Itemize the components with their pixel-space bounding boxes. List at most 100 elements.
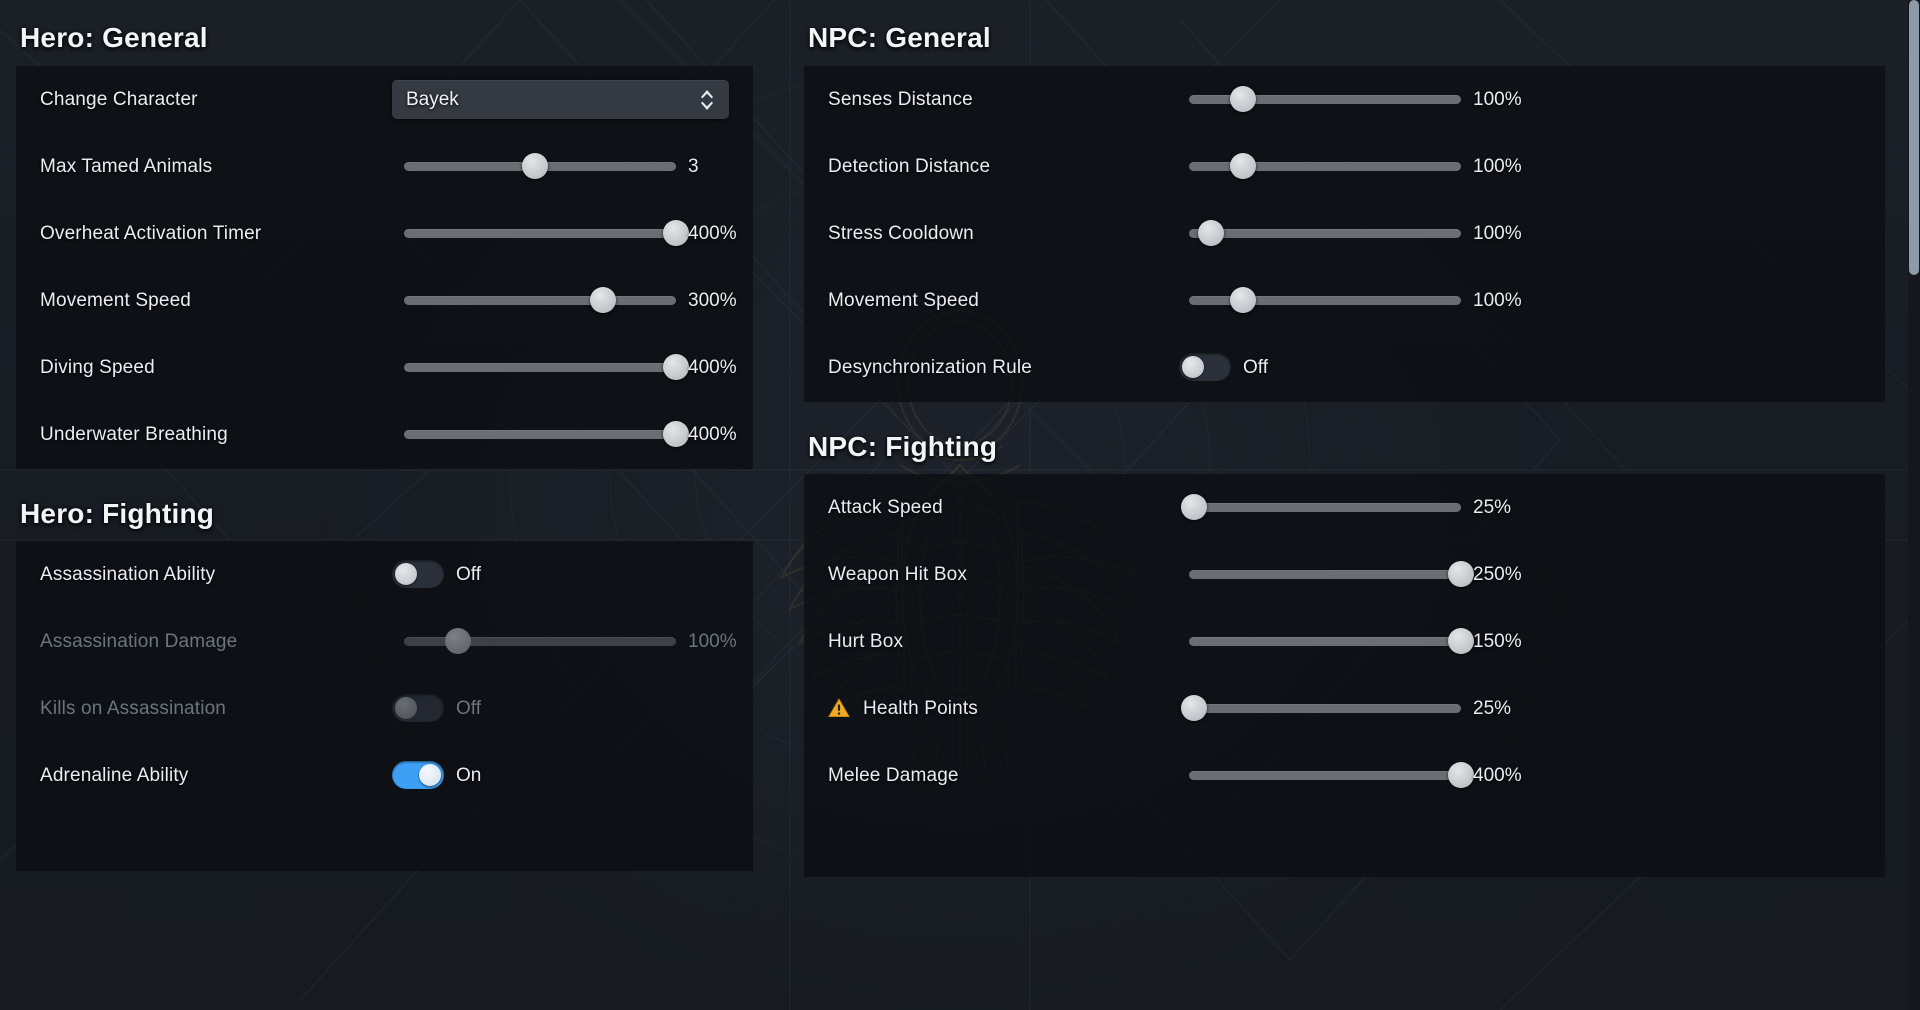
melee-damage-slider[interactable] <box>1189 762 1474 788</box>
section-title-npc-fighting: NPC: Fighting <box>808 431 998 462</box>
row-label: Health Points <box>863 697 978 719</box>
row-label: Assassination Ability <box>40 563 216 585</box>
desynchronization-rule-toggle[interactable] <box>1179 353 1231 381</box>
row-label: Hurt Box <box>828 630 904 652</box>
panel-npc-general: Senses Distance 100% Detection Distance … <box>804 66 1885 402</box>
slider-thumb[interactable] <box>1230 153 1257 179</box>
toggle-knob <box>395 563 417 585</box>
slider-track[interactable] <box>1189 704 1461 713</box>
slider-value: 3 <box>688 155 699 177</box>
toggle-value: Off <box>456 563 481 585</box>
panel-hero-general: Change Character Bayek Max Tamed Animals… <box>16 66 753 469</box>
diving-speed-slider[interactable] <box>404 354 689 380</box>
max-tamed-animals-slider[interactable] <box>404 153 676 179</box>
slider-value: 25% <box>1473 496 1512 518</box>
toggle-value: Off <box>456 697 481 719</box>
row-kills-on-assassination: Kills on Assassination Off <box>16 675 753 742</box>
slider-value: 250% <box>1473 563 1522 585</box>
kills-on-assassination-toggle <box>392 694 444 722</box>
slider-value: 400% <box>688 423 737 445</box>
section-title-hero-fighting: Hero: Fighting <box>20 498 215 529</box>
slider-value: 100% <box>1473 289 1522 311</box>
slider-track[interactable] <box>404 430 676 439</box>
row-label: Change Character <box>40 88 198 110</box>
health-points-slider[interactable] <box>1181 695 1461 721</box>
settings-screen: Hero: General Change Character Bayek Max… <box>0 0 1920 1010</box>
slider-thumb[interactable] <box>1448 561 1474 587</box>
dropdown-value: Bayek <box>406 88 459 110</box>
row-label: Max Tamed Animals <box>40 155 213 177</box>
row-detection-distance: Detection Distance 100% <box>804 133 1885 200</box>
slider-thumb[interactable] <box>1181 695 1208 721</box>
slider-thumb[interactable] <box>1197 220 1224 246</box>
row-label: Movement Speed <box>828 289 980 311</box>
senses-distance-slider[interactable] <box>1189 86 1461 112</box>
slider-thumb[interactable] <box>1448 628 1474 654</box>
slider-thumb[interactable] <box>663 220 689 246</box>
row-health-points: Health Points 25% <box>804 675 1885 742</box>
row-label: Diving Speed <box>40 356 155 378</box>
toggle-knob <box>395 697 417 719</box>
slider-value: 150% <box>1473 630 1522 652</box>
stress-cooldown-slider[interactable] <box>1189 220 1461 246</box>
row-label: Weapon Hit Box <box>828 563 968 585</box>
slider-thumb <box>445 628 472 654</box>
row-npc-movement-speed: Movement Speed 100% <box>804 267 1885 334</box>
row-desynchronization-rule: Desynchronization Rule Off <box>804 334 1885 401</box>
slider-thumb[interactable] <box>663 354 689 380</box>
adrenaline-ability-toggle[interactable] <box>392 761 444 789</box>
row-attack-speed: Attack Speed 25% <box>804 474 1885 541</box>
change-character-dropdown[interactable]: Bayek <box>392 80 729 119</box>
row-label: Melee Damage <box>828 764 959 786</box>
underwater-breathing-slider[interactable] <box>404 421 689 447</box>
slider-thumb[interactable] <box>1230 287 1257 313</box>
hurt-box-slider[interactable] <box>1189 628 1474 654</box>
row-diving-speed: Diving Speed 400% <box>16 334 753 401</box>
toggle-value: Off <box>1243 356 1268 378</box>
slider-thumb[interactable] <box>1181 494 1208 520</box>
stepper-arrows-icon[interactable] <box>699 87 715 113</box>
slider-track[interactable] <box>404 296 676 305</box>
row-adrenaline-ability: Adrenaline Ability On <box>16 742 753 809</box>
assassination-ability-toggle[interactable] <box>392 560 444 588</box>
slider-track[interactable] <box>1189 771 1461 780</box>
slider-track[interactable] <box>404 363 676 372</box>
slider-value: 400% <box>688 356 737 378</box>
slider-track[interactable] <box>1189 503 1461 512</box>
slider-thumb[interactable] <box>663 421 689 447</box>
slider-track[interactable] <box>1189 229 1461 238</box>
row-max-tamed-animals: Max Tamed Animals 3 <box>16 133 753 200</box>
panel-hero-fighting: Assassination Ability Off Assassination … <box>16 541 753 871</box>
slider-value: 100% <box>1473 88 1522 110</box>
row-label: Movement Speed <box>40 289 192 311</box>
weapon-hit-box-slider[interactable] <box>1189 561 1474 587</box>
hero-movement-speed-slider[interactable] <box>404 287 676 313</box>
slider-thumb[interactable] <box>589 287 616 313</box>
panel-npc-fighting: Attack Speed 25% Weapon Hit Box 250% Hur… <box>804 474 1885 877</box>
row-senses-distance: Senses Distance 100% <box>804 66 1885 133</box>
section-title-hero-general: Hero: General <box>20 22 208 53</box>
overheat-activation-timer-slider[interactable] <box>404 220 689 246</box>
detection-distance-slider[interactable] <box>1189 153 1461 179</box>
row-label: Kills on Assassination <box>40 697 227 719</box>
slider-thumb[interactable] <box>1230 86 1257 112</box>
slider-thumb[interactable] <box>521 153 548 179</box>
toggle-knob <box>419 764 441 786</box>
row-stress-cooldown: Stress Cooldown 100% <box>804 200 1885 267</box>
vertical-scrollbar-track[interactable] <box>1908 0 1920 1010</box>
row-label: Stress Cooldown <box>828 222 974 244</box>
attack-speed-slider[interactable] <box>1181 494 1461 520</box>
row-label: Adrenaline Ability <box>40 764 189 786</box>
slider-value: 100% <box>1473 155 1522 177</box>
slider-thumb[interactable] <box>1448 762 1474 788</box>
row-melee-damage: Melee Damage 400% <box>804 742 1885 809</box>
vertical-scrollbar-thumb[interactable] <box>1909 0 1919 275</box>
slider-track[interactable] <box>1189 570 1461 579</box>
row-assassination-damage: Assassination Damage 100% <box>16 608 753 675</box>
row-hero-movement-speed: Movement Speed 300% <box>16 267 753 334</box>
slider-track[interactable] <box>1189 637 1461 646</box>
slider-value: 100% <box>1473 222 1522 244</box>
slider-track[interactable] <box>404 229 676 238</box>
row-label: Attack Speed <box>828 496 943 518</box>
npc-movement-speed-slider[interactable] <box>1189 287 1461 313</box>
